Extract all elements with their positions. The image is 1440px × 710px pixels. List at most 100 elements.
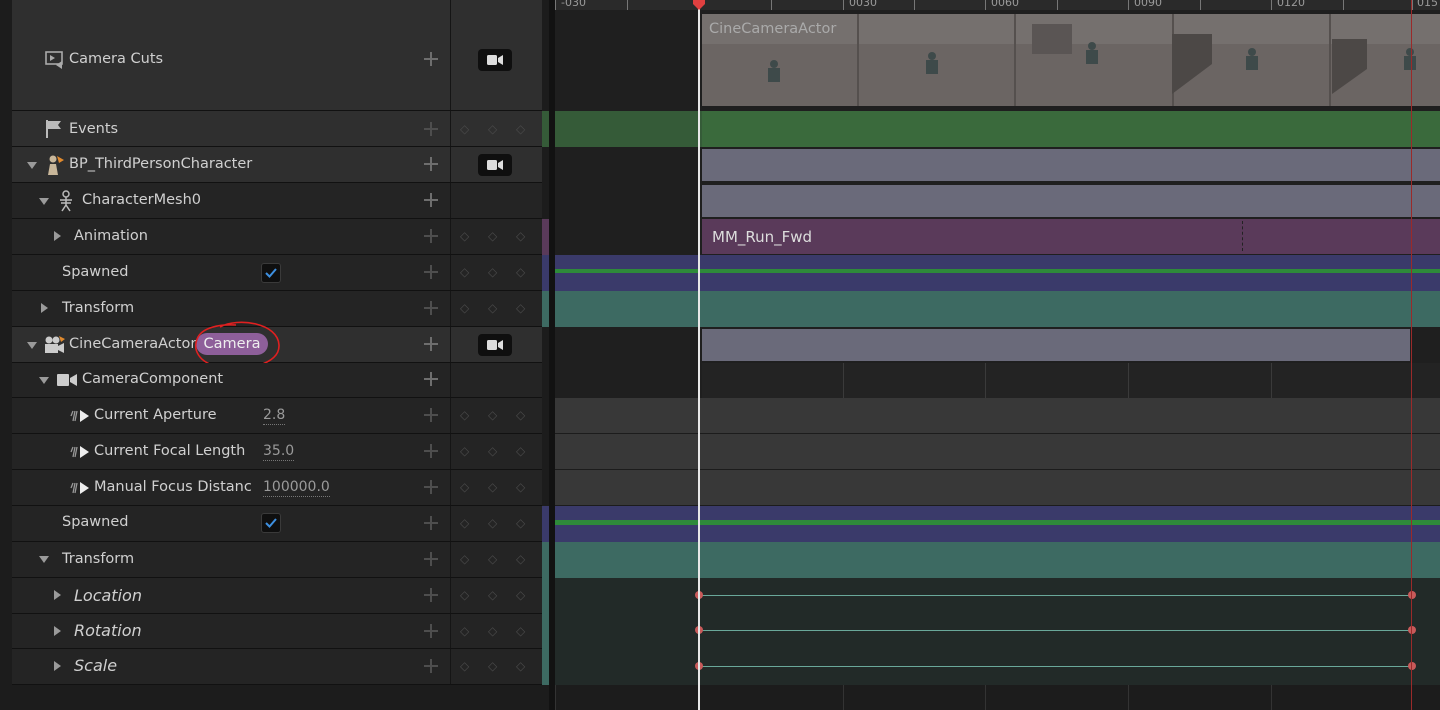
keyframe-nav[interactable]: ◇ ◇ ◇ [460, 624, 530, 638]
ruler-tick [1200, 0, 1201, 10]
skeleton-icon [57, 190, 75, 216]
keyframe-nav[interactable]: ◇ ◇ ◇ [460, 408, 530, 422]
focal-length-value-field[interactable]: 35.0 [263, 443, 295, 461]
add-track-button[interactable] [423, 336, 439, 352]
focal-length-lane[interactable] [555, 434, 1440, 469]
track-rotation[interactable]: Rotation ◇ ◇ ◇ [0, 614, 550, 649]
time-ruler[interactable]: -030 0030 0060 0090 0120 015 [555, 0, 1440, 10]
collapse-arrow-icon[interactable] [27, 342, 37, 349]
keyframe[interactable] [1408, 626, 1416, 634]
add-track-button[interactable] [423, 156, 439, 172]
animation-clip[interactable]: MM_Run_Fwd [702, 219, 1440, 254]
camera-lock-button[interactable] [478, 334, 512, 356]
expand-arrow-icon[interactable] [54, 590, 61, 600]
add-track-button[interactable] [423, 228, 439, 244]
keyframe-nav[interactable]: ◇ ◇ ◇ [460, 480, 530, 494]
keyframe-nav[interactable]: ◇ ◇ ◇ [460, 588, 530, 602]
spawned-lane[interactable] [555, 255, 1440, 291]
track-events[interactable]: Events ◇ ◇ ◇ [0, 111, 550, 147]
track-current-aperture[interactable]: Current Aperture 2.8 ◇ ◇ ◇ [0, 398, 550, 434]
track-animation[interactable]: Animation ◇ ◇ ◇ [0, 219, 550, 255]
collapse-arrow-icon[interactable] [27, 162, 37, 169]
expand-arrow-icon[interactable] [54, 626, 61, 636]
add-track-button[interactable] [423, 121, 439, 137]
camera-lock-button[interactable] [478, 49, 512, 71]
track-transform[interactable]: Transform ◇ ◇ ◇ [0, 542, 550, 578]
track-label: Transform [62, 300, 135, 316]
add-track-button[interactable] [423, 264, 439, 280]
keyframe-nav[interactable]: ◇ ◇ ◇ [460, 122, 530, 136]
character-mesh-section[interactable] [702, 185, 1440, 217]
add-track-button[interactable] [423, 479, 439, 495]
expand-arrow-icon[interactable] [54, 231, 61, 241]
property-icon [70, 409, 90, 427]
track-label: Spawned [62, 514, 129, 530]
keyframe[interactable] [1408, 591, 1416, 599]
collapse-arrow-icon[interactable] [39, 198, 49, 205]
add-track-button[interactable] [423, 51, 439, 67]
camera-lock-button[interactable] [478, 154, 512, 176]
track-manual-focus-distance[interactable]: Manual Focus Distanc 100000.0 ◇ ◇ ◇ [0, 470, 550, 506]
track-label: Manual Focus Distanc [94, 479, 252, 495]
keyframe[interactable] [1408, 662, 1416, 670]
track-scale[interactable]: Scale ◇ ◇ ◇ [0, 649, 550, 685]
keyframe-nav[interactable]: ◇ ◇ ◇ [460, 516, 530, 530]
keyframe-nav[interactable]: ◇ ◇ ◇ [460, 229, 530, 243]
add-track-button[interactable] [423, 407, 439, 423]
track-camera-component[interactable]: CameraComponent [0, 363, 550, 398]
add-track-button[interactable] [423, 587, 439, 603]
ruler-tick [1271, 0, 1272, 10]
playhead-line[interactable] [698, 0, 700, 710]
transform-lane[interactable] [555, 291, 1440, 327]
add-track-button[interactable] [423, 623, 439, 639]
add-track-button[interactable] [423, 192, 439, 208]
add-track-button[interactable] [423, 300, 439, 316]
spawned-checkbox[interactable] [261, 263, 281, 283]
bp-character-section[interactable] [702, 149, 1440, 181]
track-label: Current Focal Length [94, 443, 246, 459]
timeline-panel[interactable]: -030 0030 0060 0090 0120 015 CineCameraA… [555, 0, 1440, 710]
track-camera-cuts[interactable]: Camera Cuts [0, 0, 550, 111]
track-spawned[interactable]: Spawned ◇ ◇ ◇ [0, 506, 550, 542]
track-bp-character[interactable]: BP_ThirdPersonCharacter [0, 147, 550, 183]
collapse-arrow-icon[interactable] [39, 377, 49, 384]
playback-end-marker[interactable] [1411, 0, 1412, 710]
keyframe-nav[interactable]: ◇ ◇ ◇ [460, 301, 530, 315]
keyframe-nav[interactable]: ◇ ◇ ◇ [460, 659, 530, 673]
track-label: CineCameraActor [69, 336, 197, 352]
add-track-button[interactable] [423, 658, 439, 674]
camera-component-section[interactable] [702, 363, 1440, 398]
add-track-button[interactable] [423, 371, 439, 387]
add-track-button[interactable] [423, 443, 439, 459]
track-character-mesh[interactable]: CharacterMesh0 [0, 183, 550, 219]
aperture-value-field[interactable]: 2.8 [263, 407, 286, 425]
track-label: Rotation [74, 621, 142, 640]
collapse-arrow-icon[interactable] [39, 556, 49, 563]
track-spawned[interactable]: Spawned ◇ ◇ ◇ [0, 255, 550, 291]
camera-cuts-icon [44, 50, 64, 74]
keyframe-nav[interactable]: ◇ ◇ ◇ [460, 444, 530, 458]
expand-arrow-icon[interactable] [54, 661, 61, 671]
add-track-button[interactable] [423, 551, 439, 567]
ruler-label: 0030 [849, 0, 877, 9]
track-label: Scale [74, 656, 118, 675]
ruler-tick [843, 0, 844, 10]
track-label: CameraComponent [82, 371, 224, 387]
focus-distance-value-field[interactable]: 100000.0 [263, 479, 330, 497]
aperture-lane[interactable] [555, 398, 1440, 433]
track-current-focal-length[interactable]: Current Focal Length 35.0 ◇ ◇ ◇ [0, 434, 550, 470]
focus-distance-lane[interactable] [555, 470, 1440, 505]
ruler-tick [1128, 0, 1129, 10]
property-icon [70, 481, 90, 499]
keyframe-nav[interactable]: ◇ ◇ ◇ [460, 552, 530, 566]
camera-cut-section[interactable]: CineCameraActor [702, 14, 1440, 106]
expand-arrow-icon[interactable] [41, 303, 48, 313]
cine-camera-section[interactable] [702, 329, 1410, 361]
transform-lane[interactable] [555, 542, 1440, 578]
spawned-checkbox[interactable] [261, 513, 281, 533]
track-label: Animation [74, 228, 148, 244]
add-track-button[interactable] [423, 515, 439, 531]
keyframe-nav[interactable]: ◇ ◇ ◇ [460, 265, 530, 279]
track-location[interactable]: Location ◇ ◇ ◇ [0, 578, 550, 614]
track-cine-camera-actor[interactable]: CineCameraActor Camera [0, 321, 550, 369]
